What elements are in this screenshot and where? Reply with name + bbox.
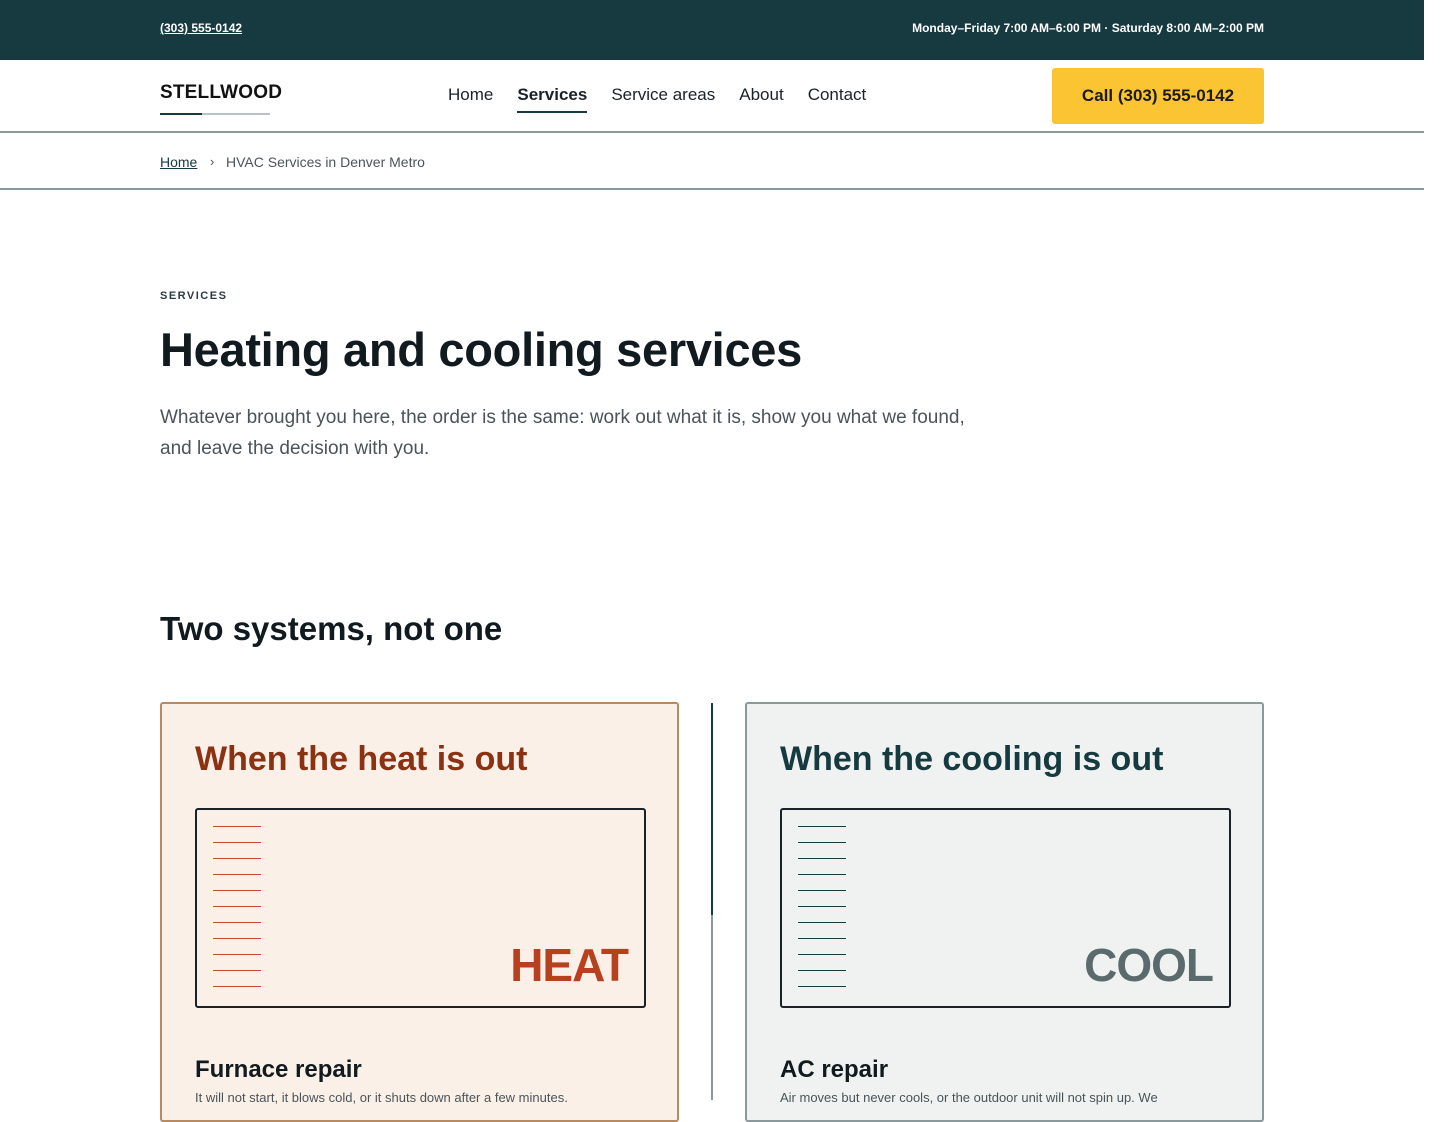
cool-vent-lines [798,826,846,1002]
top-bar: (303) 555-0142 Monday–Friday 7:00 AM–6:0… [0,0,1424,60]
cool-card-title: When the cooling is out [780,740,1164,778]
logo-underline [160,113,270,115]
heat-illustration: HEAT [195,808,646,1008]
business-hours: Monday–Friday 7:00 AM–6:00 PM · Saturday… [912,21,1264,35]
heat-vent-lines [213,826,261,1002]
heat-card: When the heat is out HEAT Furnace repair… [160,702,679,1122]
heat-card-title: When the heat is out [195,740,528,778]
nav-item-services[interactable]: Services [517,85,588,113]
breadcrumb-current: HVAC Services in Denver Metro [226,154,425,170]
nav-item-contact[interactable]: Contact [808,85,867,113]
systems-divider [711,703,713,1100]
breadcrumb: Home › HVAC Services in Denver Metro [0,133,1424,190]
page-eyebrow: SERVICES [160,290,228,302]
section-title: Two systems, not one [160,610,503,647]
ac-repair-text: Air moves but never cools, or the outdoo… [780,1090,1158,1105]
main-nav: Home Services Service areas About Contac… [436,85,878,113]
topbar-phone-link[interactable]: (303) 555-0142 [160,21,242,35]
page-intro: Whatever brought you here, the order is … [160,407,965,459]
breadcrumb-home-link[interactable]: Home [160,154,197,170]
logo[interactable]: STELLWOOD [160,82,282,104]
cool-card: When the cooling is out COOL AC repair A… [745,702,1264,1122]
cool-illustration: COOL [780,808,1231,1008]
furnace-repair-text: It will not start, it blows cold, or it … [195,1090,568,1105]
nav-item-home[interactable]: Home [448,85,493,113]
ac-repair-title: AC repair [780,1056,889,1083]
breadcrumb-separator-icon: › [210,154,215,169]
nav-item-service-areas[interactable]: Service areas [611,85,715,113]
nav-item-about[interactable]: About [739,85,783,113]
furnace-repair-title: Furnace repair [195,1056,362,1083]
main-header: STELLWOOD Home Services Service areas Ab… [0,60,1424,133]
heat-label: HEAT [510,939,629,991]
call-button[interactable]: Call (303) 555-0142 [1052,68,1264,124]
cool-label: COOL [1084,939,1214,991]
page-title: Heating and cooling services [160,323,802,376]
